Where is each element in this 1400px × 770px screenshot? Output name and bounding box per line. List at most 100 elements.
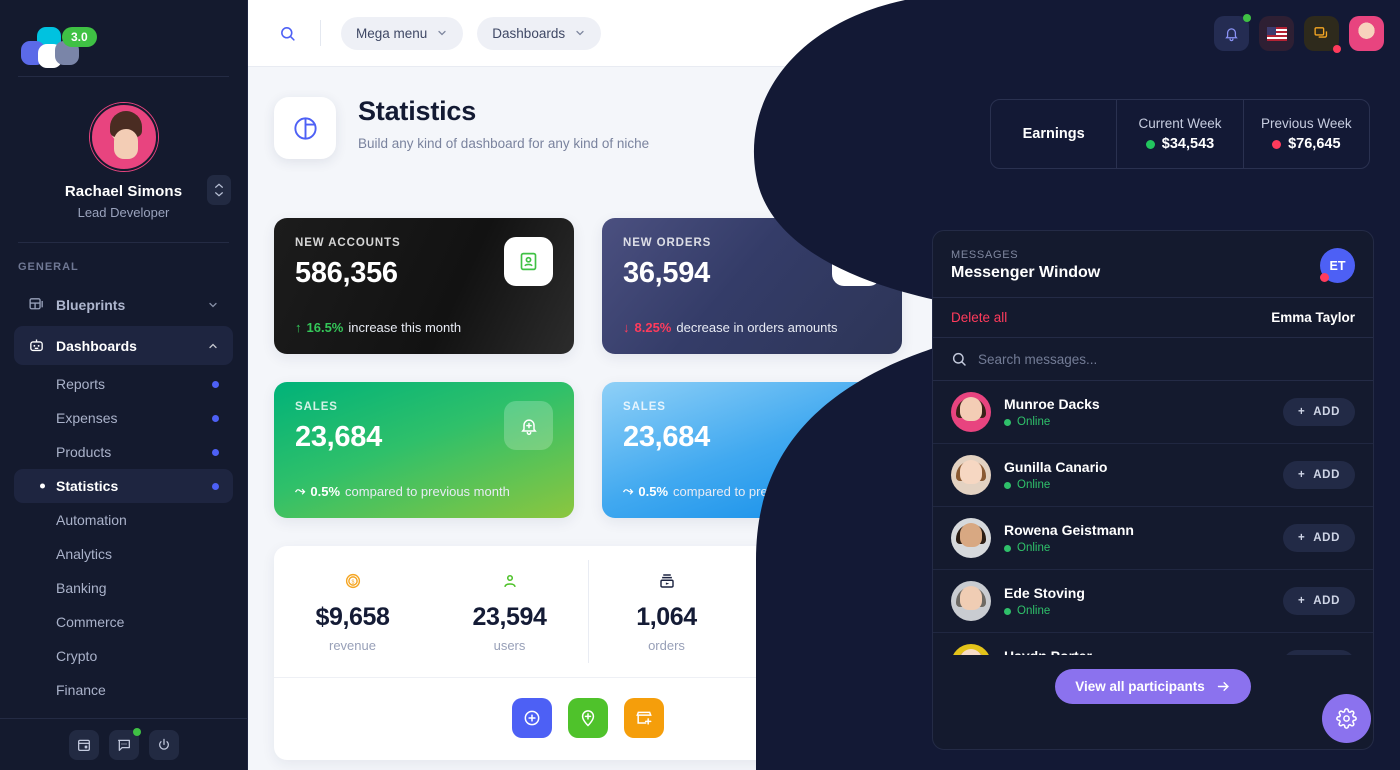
delete-all-button[interactable]: Delete all: [951, 310, 1007, 325]
add-contact-button[interactable]: + ADD: [1282, 524, 1355, 552]
id-card-icon: [504, 237, 553, 286]
sidebar-item-automation[interactable]: Automation: [14, 503, 233, 537]
sidebar-item-products[interactable]: Products: [14, 435, 233, 469]
person-icon: [431, 572, 588, 593]
plus-icon: +: [1297, 595, 1306, 607]
bell-plus-icon: [832, 401, 881, 450]
profile-switcher-button[interactable]: [207, 175, 231, 205]
plus-icon: +: [1297, 469, 1306, 481]
metric-value: 23,594: [472, 603, 547, 631]
messenger-title: Messenger Window: [951, 264, 1101, 281]
metric-label: orders: [648, 638, 685, 653]
avatar: [951, 455, 991, 495]
list-item[interactable]: Ede Stoving Online + ADD: [933, 570, 1373, 633]
messenger-user-badge[interactable]: ET: [1320, 248, 1355, 283]
metric-orders: 1,064 orders: [588, 546, 745, 677]
earnings-summary: Earnings Current Week $34,543 Previous W…: [990, 99, 1370, 169]
stat-card-new-orders[interactable]: NEW ORDERS 36,594 ↓ 8.25% decrease in or…: [602, 218, 902, 354]
stat-card-sales-green[interactable]: SALES 23,684 ⤳ 0.5% compared to previous…: [274, 382, 574, 518]
contact-list[interactable]: Munroe Dacks Online + ADD Gunilla Canari…: [933, 381, 1373, 655]
earnings-value-row: $34,543: [1145, 136, 1214, 152]
add-circle-button[interactable]: [512, 698, 552, 738]
mega-menu-label: Mega menu: [356, 25, 428, 41]
list-item[interactable]: Gunilla Canario Online + ADD: [933, 444, 1373, 507]
avatar: [951, 581, 991, 621]
sidebar-item-analytics[interactable]: Analytics: [14, 537, 233, 571]
sidebar-item-blueprints[interactable]: Blueprints: [14, 285, 233, 324]
sidebar-item-banking[interactable]: Banking: [14, 571, 233, 605]
stat-card-row-1: NEW ACCOUNTS 586,356 ↑ 16.5% increase th…: [274, 218, 924, 354]
notification-bell-icon[interactable]: [1214, 14, 1251, 51]
add-contact-button[interactable]: + ADD: [1282, 587, 1355, 615]
sidebar-item-label: Analytics: [56, 546, 113, 562]
sidebar-item-crypto[interactable]: Crypto: [14, 639, 233, 673]
metric-label: revenue: [329, 638, 376, 653]
messenger-search-row[interactable]: [933, 338, 1373, 381]
sidebar-item-dashboards[interactable]: Dashboards: [14, 326, 233, 365]
stat-card-trend: ⤳ 0.5% compared to previous month: [623, 483, 838, 499]
user-avatar[interactable]: [1349, 16, 1384, 51]
dashboards-menu-button[interactable]: Dashboards: [477, 16, 602, 50]
search-icon[interactable]: [274, 20, 300, 46]
brand-logo[interactable]: 3.0: [0, 0, 247, 76]
stat-card-row-2: SALES 23,684 ⤳ 0.5% compared to previous…: [274, 382, 924, 518]
messages-icon[interactable]: [1304, 16, 1341, 53]
list-item[interactable]: Munroe Dacks Online + ADD: [933, 381, 1373, 444]
trend-arrow: ↑: [295, 320, 302, 335]
trend-arrow: ⤳: [623, 483, 634, 498]
stat-card-new-accounts[interactable]: NEW ACCOUNTS 586,356 ↑ 16.5% increase th…: [274, 218, 574, 354]
bell-plus-icon: [504, 401, 553, 450]
sidebar-item-statistics[interactable]: Statistics: [14, 469, 233, 503]
list-item[interactable]: Rowena Geistmann Online + ADD: [933, 507, 1373, 570]
store-add-button[interactable]: [624, 698, 664, 738]
power-icon[interactable]: [149, 729, 179, 760]
sidebar-item-label: Finance: [56, 682, 106, 698]
sidebar-item-finance[interactable]: Finance: [14, 673, 233, 707]
page-subtitle: Build any kind of dashboard for any kind…: [358, 135, 650, 151]
sidebar: 3.0 Rachael Simons Lead Developer GENERA…: [0, 0, 248, 770]
add-contact-button[interactable]: + ADD: [1282, 398, 1355, 426]
add-contact-button[interactable]: + ADD: [1282, 461, 1355, 489]
trend-percent: 8.25%: [634, 320, 672, 335]
calendar-icon[interactable]: [69, 729, 99, 760]
contact-status: Online: [1004, 542, 1134, 554]
view-all-participants-button[interactable]: View all participants: [1055, 669, 1251, 704]
chevron-down-icon: [576, 30, 584, 36]
list-item[interactable]: Haydn Porter Online + ADD: [933, 633, 1373, 655]
sidebar-item-commerce[interactable]: Commerce: [14, 605, 233, 639]
search-messages-input[interactable]: [978, 351, 1355, 367]
mega-menu-button[interactable]: Mega menu: [341, 16, 464, 50]
settings-gear-button[interactable]: [1322, 694, 1371, 743]
plus-icon: +: [1297, 406, 1306, 418]
add-contact-button[interactable]: + ADD: [1282, 650, 1355, 655]
messenger-panel: MESSAGES Messenger Window ET Delete all …: [932, 230, 1374, 750]
sidebar-item-label: Products: [56, 444, 112, 460]
messenger-header: MESSAGES Messenger Window ET: [933, 231, 1373, 298]
map-pin-button[interactable]: [568, 698, 608, 738]
messenger-kicker: MESSAGES: [951, 249, 1019, 261]
trend-text: decrease in orders amounts: [676, 320, 838, 335]
counter-icon: [745, 572, 902, 593]
coin-icon: $: [274, 572, 431, 593]
earnings-title-cell: Earnings: [991, 100, 1116, 168]
contact-status-label: Online: [1017, 416, 1051, 428]
sidebar-item-label: Automation: [56, 512, 127, 528]
trend-arrow: ⤳: [295, 483, 306, 498]
chat-icon[interactable]: [109, 727, 141, 760]
stat-card-sales-blue[interactable]: SALES 23,684 ⤳ 0.5% compared to previous…: [602, 382, 902, 518]
page-title: Statistics: [358, 96, 477, 126]
metric-value: 1,064: [636, 603, 697, 631]
avatar: [951, 644, 991, 655]
metric-orders-total: 9,678M orders: [745, 546, 902, 677]
sidebar-item-reports[interactable]: Reports: [14, 367, 233, 401]
server-icon: [588, 572, 745, 593]
avatar: [951, 392, 991, 432]
flag-us-icon[interactable]: [1259, 16, 1294, 51]
sidebar-item-expenses[interactable]: Expenses: [14, 401, 233, 435]
earnings-caption: Current Week: [1138, 116, 1222, 131]
search-icon: [952, 352, 966, 366]
chevron-up-icon: [215, 183, 223, 188]
earnings-previous-week: Previous Week $76,645: [1242, 100, 1369, 168]
metric-value: $9,658: [315, 603, 390, 631]
blueprint-icon: [29, 298, 43, 310]
